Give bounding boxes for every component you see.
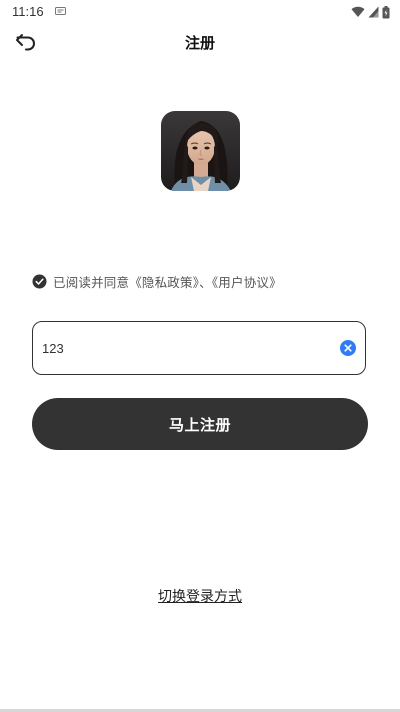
register-button[interactable]: 马上注册 xyxy=(32,398,368,450)
status-icons xyxy=(351,5,390,19)
switch-login-link[interactable]: 切换登录方式 xyxy=(158,589,242,605)
agreement-separator: 、 xyxy=(199,274,212,290)
app-avatar xyxy=(161,111,240,191)
text-input[interactable] xyxy=(42,322,332,374)
wifi-icon xyxy=(351,6,365,18)
checkbox-checked-icon[interactable] xyxy=(32,274,47,289)
agreement-text: 已阅读并同意《隐私政策》、《用户协议》 xyxy=(53,272,282,291)
agreement-prefix: 已阅读并同意 xyxy=(53,274,130,290)
battery-icon xyxy=(382,5,390,18)
status-bar: 11:16 xyxy=(0,0,400,24)
status-time: 11:16 xyxy=(12,4,44,19)
input-container xyxy=(32,321,366,375)
page-title: 注册 xyxy=(184,34,215,52)
signal-icon xyxy=(368,6,379,18)
agreement-row: 已阅读并同意《隐私政策》、《用户协议》 xyxy=(32,272,282,290)
notification-icon xyxy=(55,7,66,15)
header: 注册 xyxy=(0,24,400,60)
user-agreement-link[interactable]: 《用户协议》 xyxy=(212,275,282,290)
privacy-policy-link[interactable]: 《隐私政策》 xyxy=(129,275,199,290)
clear-icon[interactable] xyxy=(340,340,356,356)
switch-login-container: 切换登录方式 xyxy=(0,586,400,606)
